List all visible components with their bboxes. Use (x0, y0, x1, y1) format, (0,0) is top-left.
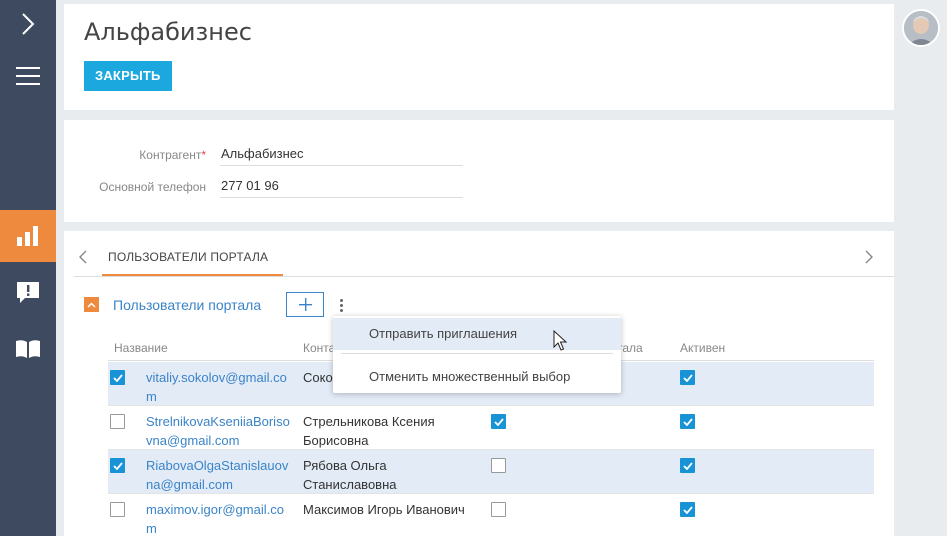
user-email-link[interactable]: RiabovaOlgaStanislauovna@gmail.com (146, 456, 292, 494)
left-sidebar (0, 0, 56, 536)
expand-chevron-icon[interactable] (0, 1, 56, 47)
active-checkbox (680, 458, 695, 473)
portal-user-checkbox (491, 414, 506, 429)
table-row[interactable]: maximov.igor@gmail.com Максимов Игорь Ива… (108, 494, 874, 536)
page-title: Альфабизнес (84, 18, 252, 46)
tab-next-chevron-icon[interactable] (864, 250, 880, 266)
detail-title[interactable]: Пользователи портала (113, 297, 261, 313)
table-row[interactable]: StrelnikovaKseniiaBorisovna@gmail.com Стр… (108, 406, 874, 450)
account-label: Контрагент* (139, 148, 206, 162)
row-select-checkbox[interactable] (110, 414, 125, 429)
knowledge-book-icon[interactable] (0, 326, 56, 372)
user-email-link[interactable]: StrelnikovaKseniiaBorisovna@gmail.com (146, 412, 292, 450)
tabs-divider (74, 276, 894, 277)
user-avatar[interactable] (902, 9, 940, 47)
contact-name: Стрельникова Ксения Борисовна (303, 414, 435, 448)
contact-name: Максимов Игорь Иванович (303, 502, 465, 517)
close-button[interactable]: ЗАКРЫТЬ (84, 61, 172, 91)
more-actions-kebab-icon[interactable] (334, 295, 348, 315)
column-header-active[interactable]: Активен (680, 341, 725, 355)
user-email-link[interactable]: maximov.igor@gmail.com (146, 500, 292, 536)
column-header-contact[interactable]: Конта (303, 341, 335, 355)
dashboards-chart-icon[interactable] (0, 210, 56, 262)
account-field: Контрагент* Альфабизнес (64, 142, 463, 166)
contact-name: Рябова Ольга Станиславовна (303, 458, 397, 492)
tab-prev-chevron-icon[interactable] (78, 250, 94, 266)
row-select-checkbox[interactable] (110, 370, 125, 385)
active-checkbox (680, 502, 695, 517)
page-header-panel: Альфабизнес ЗАКРЫТЬ (64, 4, 894, 110)
menu-item-cancel-multiselect[interactable]: Отменить множественный выбор (333, 361, 621, 393)
row-select-checkbox[interactable] (110, 458, 125, 473)
mouse-cursor-icon (553, 329, 569, 357)
feed-alert-icon[interactable] (0, 270, 56, 316)
required-marker: * (201, 148, 206, 162)
phone-label: Основной телефон (99, 180, 206, 194)
menu-item-send-invitations[interactable]: Отправить приглашения (333, 318, 621, 350)
collapse-toggle-icon[interactable] (84, 297, 99, 312)
row-select-checkbox[interactable] (110, 502, 125, 517)
phone-field: Основной телефон 277 01 96 (64, 174, 463, 198)
plus-icon (298, 298, 312, 311)
context-menu: Отправить приглашения Отменить множестве… (333, 316, 621, 393)
column-header-name[interactable]: Название (114, 341, 168, 355)
add-button[interactable] (286, 292, 324, 317)
portal-user-checkbox (491, 458, 506, 473)
phone-input[interactable]: 277 01 96 (220, 174, 463, 198)
portal-user-checkbox (491, 502, 506, 517)
user-email-link[interactable]: vitaliy.sokolov@gmail.com (146, 368, 292, 406)
account-input[interactable]: Альфабизнес (220, 142, 463, 166)
tab-portal-users[interactable]: ПОЛЬЗОВАТЕЛИ ПОРТАЛА (108, 250, 268, 264)
active-checkbox (680, 370, 695, 385)
table-row[interactable]: RiabovaOlgaStanislauovna@gmail.com Рябова… (108, 450, 874, 494)
menu-hamburger-icon[interactable] (0, 53, 56, 99)
menu-separator (341, 353, 613, 354)
main-fields-panel: Контрагент* Альфабизнес Основной телефон… (64, 120, 894, 222)
active-checkbox (680, 414, 695, 429)
